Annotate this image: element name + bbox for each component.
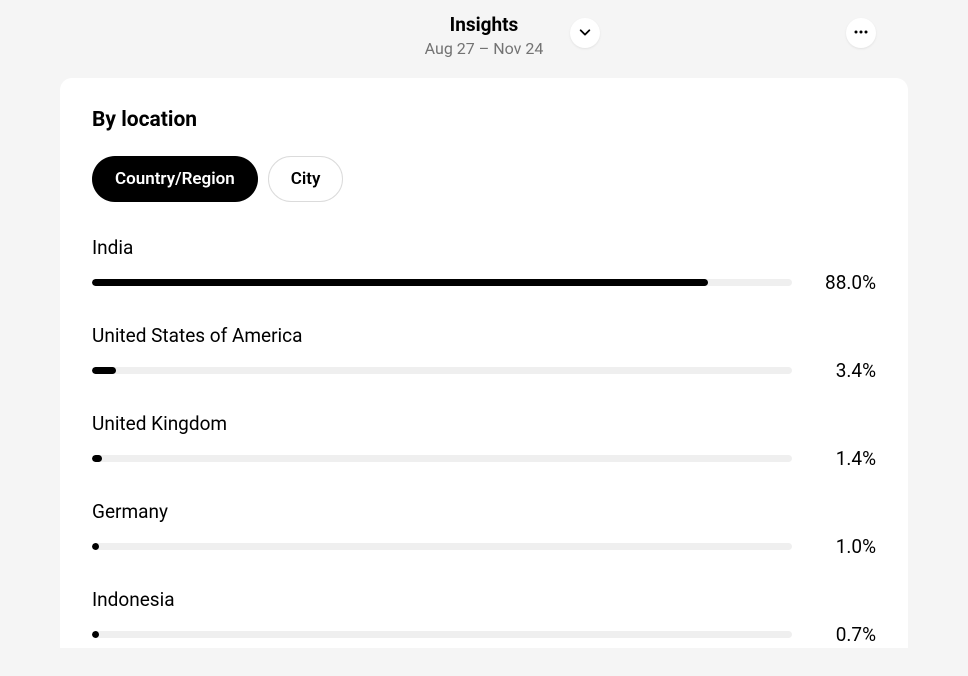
section-title: By location xyxy=(92,108,876,132)
location-name: Germany xyxy=(92,500,876,523)
bar-track xyxy=(92,279,792,286)
tab-country-region[interactable]: Country/Region xyxy=(92,156,258,202)
list-item: United Kingdom 1.4% xyxy=(92,412,876,470)
ellipsis-icon xyxy=(853,24,869,43)
bar-fill xyxy=(92,367,116,374)
location-row: 1.4% xyxy=(92,447,876,470)
location-card: By location Country/Region City India 88… xyxy=(60,78,908,648)
location-name: Indonesia xyxy=(92,588,876,611)
bar-fill xyxy=(92,279,708,286)
bar-fill xyxy=(92,543,99,550)
list-item: India 88.0% xyxy=(92,236,876,294)
bar-track xyxy=(92,631,792,638)
location-value: 1.0% xyxy=(816,535,876,558)
location-value: 1.4% xyxy=(816,447,876,470)
location-value: 3.4% xyxy=(816,359,876,382)
bar-fill xyxy=(92,631,99,638)
bar-track xyxy=(92,543,792,550)
location-value: 0.7% xyxy=(816,623,876,646)
header-center: Insights Aug 27 – Nov 24 xyxy=(425,14,544,58)
location-row: 1.0% xyxy=(92,535,876,558)
page-header: Insights Aug 27 – Nov 24 xyxy=(0,0,968,78)
location-tabs: Country/Region City xyxy=(92,156,876,202)
location-row: 0.7% xyxy=(92,623,876,646)
bar-track xyxy=(92,455,792,462)
location-row: 3.4% xyxy=(92,359,876,382)
page-title: Insights xyxy=(425,14,544,37)
location-value: 88.0% xyxy=(816,271,876,294)
list-item: Indonesia 0.7% xyxy=(92,588,876,646)
list-item: United States of America 3.4% xyxy=(92,324,876,382)
location-name: United States of America xyxy=(92,324,876,347)
bar-fill xyxy=(92,455,102,462)
location-row: 88.0% xyxy=(92,271,876,294)
date-range-dropdown-button[interactable] xyxy=(570,18,600,48)
bar-track xyxy=(92,367,792,374)
tab-city[interactable]: City xyxy=(268,156,344,202)
list-item: Germany 1.0% xyxy=(92,500,876,558)
chevron-down-icon xyxy=(578,25,592,42)
date-range: Aug 27 – Nov 24 xyxy=(425,39,544,58)
more-options-button[interactable] xyxy=(846,18,876,48)
location-name: India xyxy=(92,236,876,259)
location-list: India 88.0% United States of America 3.4… xyxy=(92,236,876,676)
location-name: United Kingdom xyxy=(92,412,876,435)
